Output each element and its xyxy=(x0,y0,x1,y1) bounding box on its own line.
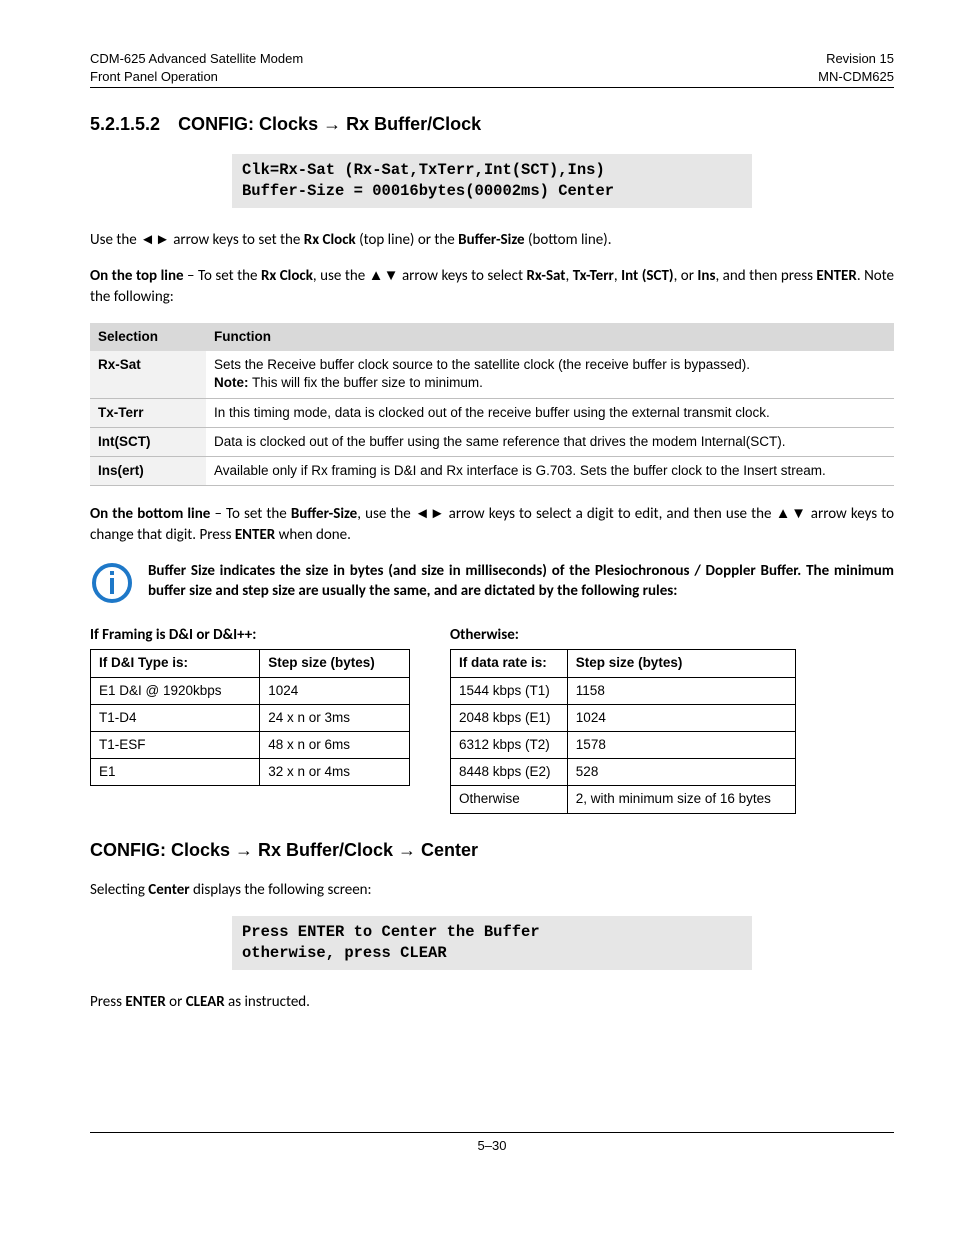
left-table: If D&I Type is:Step size (bytes) E1 D&I … xyxy=(90,649,410,786)
table-row: E132 x n or 4ms xyxy=(91,759,410,786)
section-number: 5.2.1.5.2 xyxy=(90,114,160,134)
right-table: If data rate is:Step size (bytes) 1544 k… xyxy=(450,649,796,813)
right-table-title: Otherwise: xyxy=(450,625,796,645)
left-table-title: If Framing is D&I or D&I++: xyxy=(90,625,410,645)
header-right-1: Revision 15 xyxy=(818,50,894,68)
table-row: Ins(ert) Available only if Rx framing is… xyxy=(90,457,894,486)
table-row: Otherwise2, with minimum size of 16 byte… xyxy=(451,786,796,813)
note-text: Buffer Size indicates the size in bytes … xyxy=(148,561,894,602)
lcd-display-2: Press ENTER to Center the Buffer otherwi… xyxy=(232,916,752,970)
page-header: CDM-625 Advanced Satellite Modem Front P… xyxy=(90,50,894,88)
paragraph-5: Press ENTER or CLEAR as instructed. xyxy=(90,992,894,1012)
lcd-display-1: Clk=Rx-Sat (Rx-Sat,TxTerr,Int(SCT),Ins) … xyxy=(232,154,752,208)
paragraph-3: On the bottom line – To set the Buffer-S… xyxy=(90,504,894,545)
table-row: T1-ESF48 x n or 6ms xyxy=(91,731,410,758)
table-row: 2048 kbps (E1)1024 xyxy=(451,704,796,731)
selection-table: Selection Function Rx-Sat Sets the Recei… xyxy=(90,323,894,486)
page-footer: 5–30 xyxy=(90,1132,894,1155)
table-row: 8448 kbps (E2)528 xyxy=(451,759,796,786)
table-row: Rx-Sat Sets the Receive buffer clock sou… xyxy=(90,351,894,398)
table-row: Int(SCT) Data is clocked out of the buff… xyxy=(90,427,894,456)
section-title: CONFIG: Clocks → Rx Buffer/Clock xyxy=(178,114,481,134)
paragraph-1: Use the ◄► arrow keys to set the Rx Cloc… xyxy=(90,230,894,250)
table-row: E1 D&I @ 1920kbps1024 xyxy=(91,677,410,704)
table-row: 1544 kbps (T1)1158 xyxy=(451,677,796,704)
lcd-line-1: Clk=Rx-Sat (Rx-Sat,TxTerr,Int(SCT),Ins) xyxy=(242,160,742,181)
note-block: Buffer Size indicates the size in bytes … xyxy=(90,561,894,611)
info-icon xyxy=(90,561,134,611)
header-right-2: MN-CDM625 xyxy=(818,68,894,86)
table-row: T1-D424 x n or 3ms xyxy=(91,704,410,731)
paragraph-4: Selecting Center displays the following … xyxy=(90,880,894,900)
lcd-line-2: otherwise, press CLEAR xyxy=(242,943,742,964)
seltable-h1: Selection xyxy=(90,323,206,351)
header-left-1: CDM-625 Advanced Satellite Modem xyxy=(90,50,303,68)
section-heading-1: 5.2.1.5.2 CONFIG: Clocks → Rx Buffer/Cloc… xyxy=(90,112,894,136)
header-left-2: Front Panel Operation xyxy=(90,68,303,86)
paragraph-2: On the top line – To set the Rx Clock, u… xyxy=(90,266,894,307)
table-row: Tx-Terr In this timing mode, data is clo… xyxy=(90,398,894,427)
section-heading-2: CONFIG: Clocks → Rx Buffer/Clock → Cente… xyxy=(90,838,894,862)
two-column-tables: If Framing is D&I or D&I++: If D&I Type … xyxy=(90,625,894,814)
seltable-h2: Function xyxy=(206,323,894,351)
table-row: 6312 kbps (T2)1578 xyxy=(451,731,796,758)
lcd-line-1: Press ENTER to Center the Buffer xyxy=(242,922,742,943)
lcd-line-2: Buffer-Size = 00016bytes(00002ms) Center xyxy=(242,181,742,202)
